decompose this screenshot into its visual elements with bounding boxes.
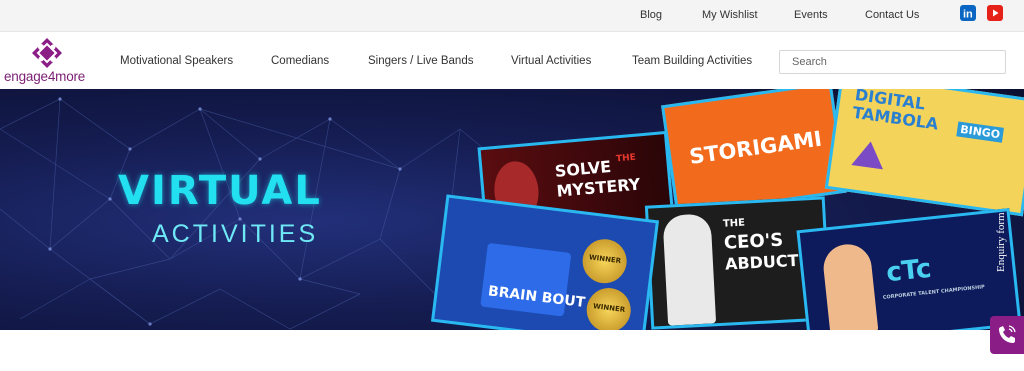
star-icon <box>851 139 887 170</box>
card-ctc[interactable]: cTc CORPORATE TALENT CHAMPIONSHIP <box>796 208 1022 330</box>
bingo-label: BINGO <box>956 121 1005 143</box>
linkedin-icon[interactable]: in <box>960 5 976 21</box>
hero-subtitle: ACTIVITIES <box>152 220 319 248</box>
svg-text:in: in <box>963 9 973 21</box>
ceo-label-line3: ABDUCTI <box>724 250 805 274</box>
ceo-figure-image <box>662 213 717 326</box>
logo-text: engage4more <box>4 69 86 84</box>
events-link[interactable]: Events <box>794 9 828 21</box>
call-button[interactable] <box>990 316 1024 354</box>
nav-comedians[interactable]: Comedians <box>271 55 329 67</box>
phone-icon <box>999 325 1016 343</box>
logo-mark-icon <box>32 38 62 68</box>
nav-motivational-speakers[interactable]: Motivational Speakers <box>120 55 233 67</box>
hero-banner[interactable]: VIRTUAL ACTIVITIES STORIGAMI DIGITAL TAM… <box>0 89 1024 330</box>
contact-us-link[interactable]: Contact Us <box>865 9 919 21</box>
ctc-person-image <box>821 241 879 330</box>
site-logo[interactable]: engage4more <box>4 37 96 87</box>
nav-virtual-activities[interactable]: Virtual Activities <box>511 55 591 67</box>
blog-link[interactable]: Blog <box>640 9 662 21</box>
solve-label-the: THE <box>615 152 637 165</box>
search-input[interactable] <box>779 50 1006 74</box>
top-utility-bar: Blog My Wishlist Events Contact Us in <box>0 0 1024 32</box>
youtube-icon[interactable] <box>987 5 1003 21</box>
ceo-label-line1: THE <box>722 217 746 230</box>
nav-singers-live-bands[interactable]: Singers / Live Bands <box>368 55 473 67</box>
main-navigation: engage4more Motivational Speakers Comedi… <box>0 33 1024 89</box>
ceo-label-line2: CEO'S <box>723 229 784 254</box>
wishlist-link[interactable]: My Wishlist <box>702 9 758 21</box>
nav-team-building-activities[interactable]: Team Building Activities <box>632 55 752 67</box>
hero-title: VIRTUAL <box>118 168 322 214</box>
ctc-logo-text: cTc <box>884 253 933 289</box>
enquiry-form-label: Enquiry form <box>995 212 1007 272</box>
storigami-label: STORIGAMI <box>687 126 824 169</box>
